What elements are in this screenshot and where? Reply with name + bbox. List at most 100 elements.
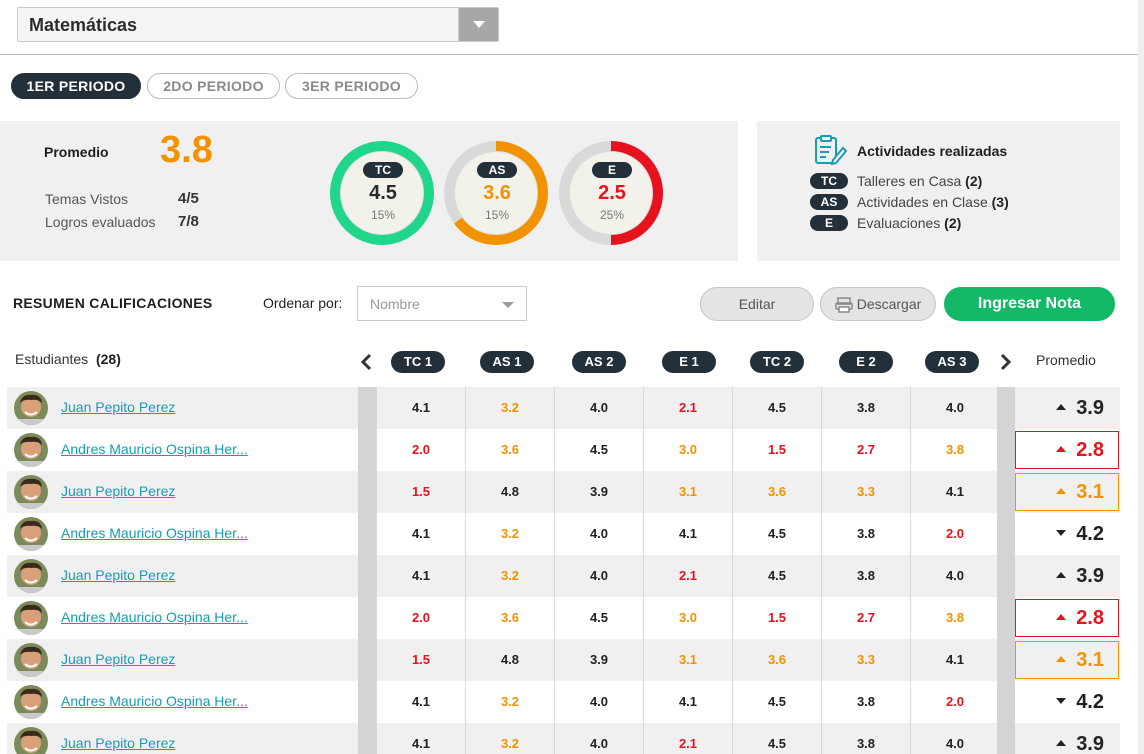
order-by-select[interactable]: Nombre xyxy=(357,286,527,321)
grade-cell[interactable]: 4.8 xyxy=(465,471,554,513)
student-name-link[interactable]: Juan Pepito Perez xyxy=(61,651,175,667)
grade-cell[interactable]: 2.1 xyxy=(643,723,732,754)
column-header-as1[interactable]: AS 1 xyxy=(480,351,534,373)
grade-cell[interactable]: 4.0 xyxy=(910,387,999,429)
grade-cell[interactable]: 2.0 xyxy=(910,681,999,723)
grade-cell[interactable]: 3.8 xyxy=(821,513,910,555)
column-header-tc2[interactable]: TC 2 xyxy=(750,351,804,373)
grade-cell[interactable]: 3.8 xyxy=(910,429,999,471)
student-name-link[interactable]: Juan Pepito Perez xyxy=(61,483,175,499)
grade-cell[interactable]: 3.2 xyxy=(465,681,554,723)
scrollbar-track[interactable] xyxy=(1138,0,1144,754)
student-row: Juan Pepito Perez 4.1 3.2 4.0 2.1 4.5 3.8 4.0 3.… xyxy=(7,387,1120,429)
grade-cell[interactable]: 3.8 xyxy=(821,681,910,723)
grade-cell[interactable]: 4.5 xyxy=(732,555,821,597)
grade-cell[interactable]: 4.0 xyxy=(554,555,643,597)
grade-cell[interactable]: 2.7 xyxy=(821,597,910,639)
grade-cell[interactable]: 3.2 xyxy=(465,723,554,754)
grade-cell[interactable]: 4.5 xyxy=(732,681,821,723)
grade-cell[interactable]: 4.0 xyxy=(554,681,643,723)
avatar xyxy=(14,475,48,509)
average-cell: 3.9 xyxy=(1015,725,1119,754)
activity-label: Actividades en Clase xyxy=(857,194,988,210)
column-header-as3[interactable]: AS 3 xyxy=(925,351,979,373)
column-header-e2[interactable]: E 2 xyxy=(839,351,893,373)
student-name-link[interactable]: Andres Mauricio Ospina Her... xyxy=(61,525,248,541)
grade-cell[interactable]: 4.5 xyxy=(732,723,821,754)
grade-cell[interactable]: 4.1 xyxy=(910,471,999,513)
grade-cell[interactable]: 3.1 xyxy=(643,471,732,513)
grade-cell[interactable]: 3.3 xyxy=(821,471,910,513)
subject-dropdown-arrow[interactable] xyxy=(458,8,498,41)
grade-cell[interactable]: 3.9 xyxy=(554,471,643,513)
student-name-link[interactable]: Andres Mauricio Ospina Her... xyxy=(61,441,248,457)
grade-cell[interactable]: 4.0 xyxy=(554,723,643,754)
grade-cell[interactable]: 4.1 xyxy=(376,681,465,723)
grade-cell[interactable]: 3.0 xyxy=(643,597,732,639)
column-header-as2[interactable]: AS 2 xyxy=(572,351,626,373)
grade-cell[interactable]: 3.2 xyxy=(465,555,554,597)
tab-period-2[interactable]: 2DO PERIODO xyxy=(147,73,280,99)
column-header-tc1[interactable]: TC 1 xyxy=(391,351,445,373)
grade-cell[interactable]: 3.2 xyxy=(465,387,554,429)
grade-cell[interactable]: 2.7 xyxy=(821,429,910,471)
grade-cell[interactable]: 3.6 xyxy=(465,429,554,471)
column-header-e1[interactable]: E 1 xyxy=(662,351,716,373)
grade-cell[interactable]: 3.0 xyxy=(643,429,732,471)
grade-cell[interactable]: 3.6 xyxy=(732,471,821,513)
subject-select[interactable]: Matemáticas xyxy=(17,7,499,42)
columns-next-button[interactable] xyxy=(1000,353,1014,373)
grade-cell[interactable]: 3.2 xyxy=(465,513,554,555)
columns-prev-button[interactable] xyxy=(360,353,374,373)
add-grade-button[interactable]: Ingresar Nota xyxy=(944,287,1115,321)
download-button[interactable]: Descargar xyxy=(820,287,936,321)
grade-cell[interactable]: 2.0 xyxy=(376,597,465,639)
grade-cell[interactable]: 3.9 xyxy=(554,639,643,681)
student-name-link[interactable]: Juan Pepito Perez xyxy=(61,399,175,415)
grade-cell[interactable]: 3.8 xyxy=(821,723,910,754)
grade-cell[interactable]: 3.3 xyxy=(821,639,910,681)
grade-cell[interactable]: 2.1 xyxy=(643,387,732,429)
ring-score: 4.5 xyxy=(369,182,397,204)
grade-cell[interactable]: 4.5 xyxy=(554,429,643,471)
grade-cell[interactable]: 4.5 xyxy=(554,597,643,639)
grade-cell[interactable]: 3.8 xyxy=(821,555,910,597)
grade-cell[interactable]: 3.6 xyxy=(465,597,554,639)
grade-cell[interactable]: 4.0 xyxy=(910,555,999,597)
ring-weight: 15% xyxy=(484,208,510,222)
grade-cell[interactable]: 3.6 xyxy=(732,639,821,681)
grade-cell[interactable]: 2.0 xyxy=(376,429,465,471)
grade-cell[interactable]: 4.5 xyxy=(732,387,821,429)
grade-cell[interactable]: 4.0 xyxy=(554,387,643,429)
grade-cell[interactable]: 4.5 xyxy=(732,513,821,555)
grade-cell[interactable]: 2.1 xyxy=(643,555,732,597)
grade-cell[interactable]: 4.1 xyxy=(643,513,732,555)
grade-cell[interactable]: 4.1 xyxy=(376,513,465,555)
grade-cell[interactable]: 1.5 xyxy=(732,597,821,639)
student-name-link[interactable]: Juan Pepito Perez xyxy=(61,567,175,583)
grade-cell[interactable]: 4.1 xyxy=(376,387,465,429)
temas-vistos-value: 4/5 xyxy=(178,190,199,207)
edit-button[interactable]: Editar xyxy=(700,287,814,321)
tab-period-3[interactable]: 3ER PERIODO xyxy=(285,73,418,99)
grade-cell[interactable]: 4.8 xyxy=(465,639,554,681)
grade-cell[interactable]: 3.8 xyxy=(821,387,910,429)
row-gutter-left xyxy=(358,639,376,681)
grade-cell[interactable]: 1.5 xyxy=(376,639,465,681)
grade-cell[interactable]: 1.5 xyxy=(376,471,465,513)
student-name-link[interactable]: Andres Mauricio Ospina Her... xyxy=(61,609,248,625)
students-label: Estudiantes xyxy=(15,351,89,367)
grade-cell[interactable]: 4.1 xyxy=(376,555,465,597)
student-name-link[interactable]: Andres Mauricio Ospina Her... xyxy=(61,693,248,709)
student-name-link[interactable]: Juan Pepito Perez xyxy=(61,735,175,751)
grade-cell[interactable]: 4.1 xyxy=(376,723,465,754)
grade-cell[interactable]: 4.0 xyxy=(910,723,999,754)
grade-cell[interactable]: 1.5 xyxy=(732,429,821,471)
tab-period-1[interactable]: 1ER PERIODO xyxy=(11,73,141,99)
grade-cell[interactable]: 2.0 xyxy=(910,513,999,555)
grade-cell[interactable]: 4.1 xyxy=(910,639,999,681)
grade-cell[interactable]: 4.0 xyxy=(554,513,643,555)
grade-cell[interactable]: 3.1 xyxy=(643,639,732,681)
grade-cell[interactable]: 3.8 xyxy=(910,597,999,639)
grade-cell[interactable]: 4.1 xyxy=(643,681,732,723)
